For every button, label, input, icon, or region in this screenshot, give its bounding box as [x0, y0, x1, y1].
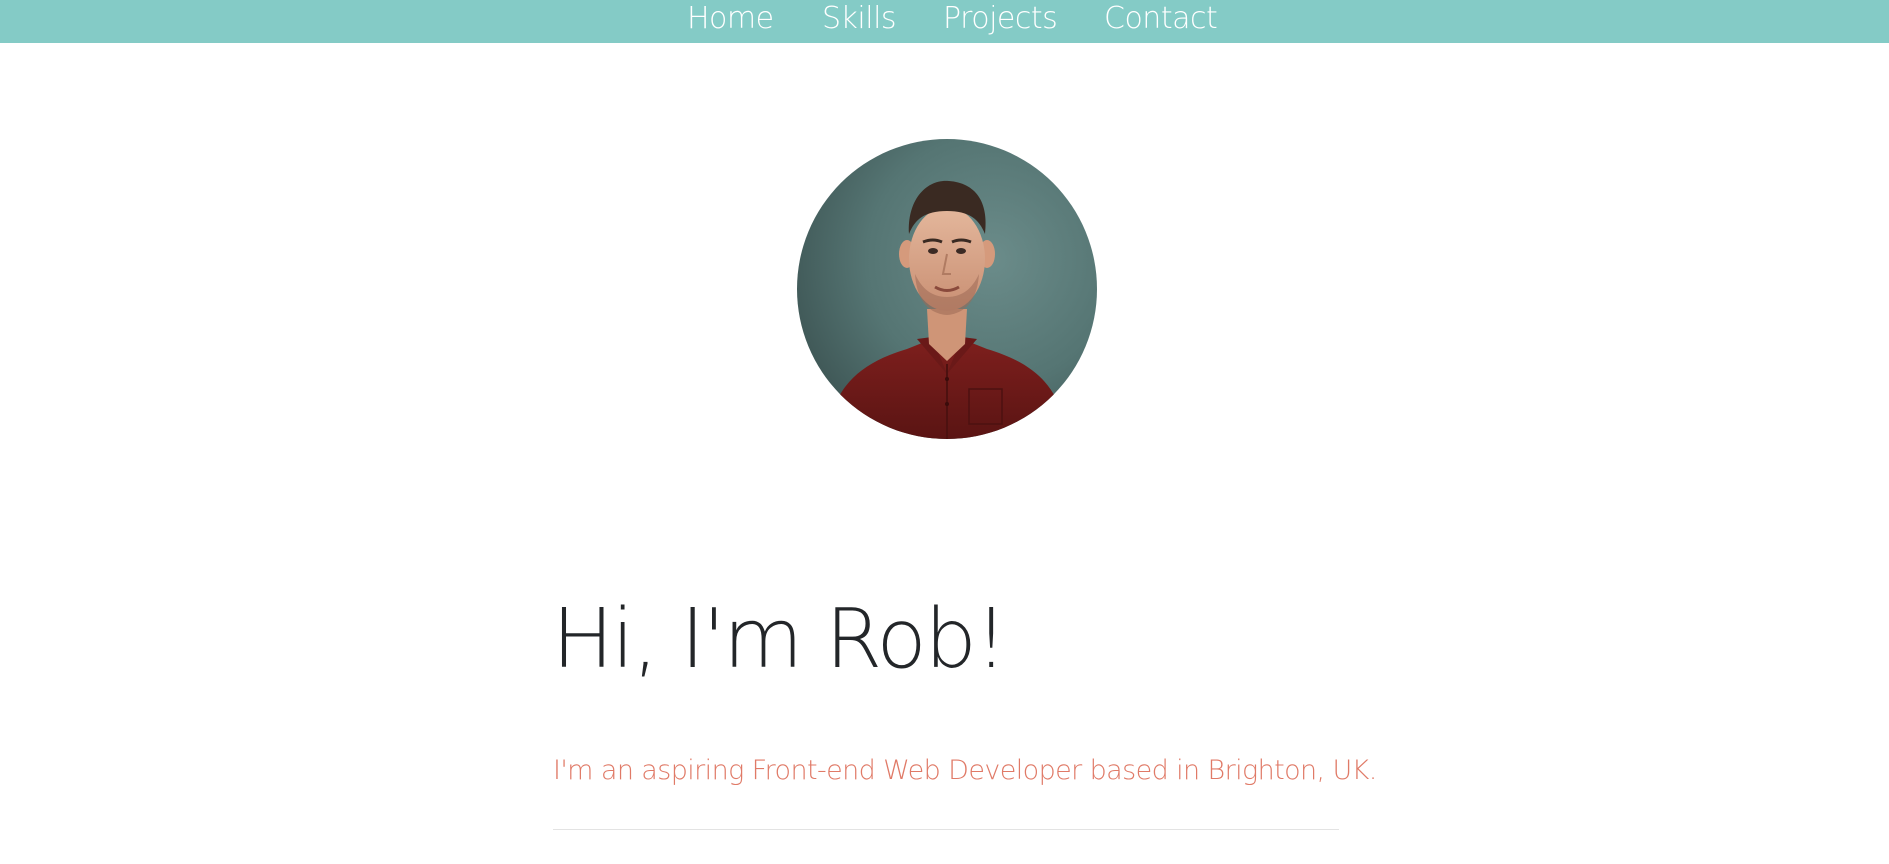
hero-title: Hi, I'm Rob! — [552, 592, 1008, 687]
hero-subtitle: I'm an aspiring Front-end Web Developer … — [553, 755, 1377, 786]
nav-link-contact[interactable]: Contact — [1104, 0, 1218, 40]
profile-avatar — [797, 139, 1097, 439]
nav-link-home[interactable]: Home — [687, 0, 774, 40]
top-navbar: Home Skills Projects Contact — [0, 0, 1889, 43]
section-divider — [553, 829, 1339, 830]
nav-link-projects[interactable]: Projects — [943, 0, 1058, 40]
profile-photo-icon — [797, 139, 1097, 439]
nav-link-skills[interactable]: Skills — [822, 0, 897, 40]
